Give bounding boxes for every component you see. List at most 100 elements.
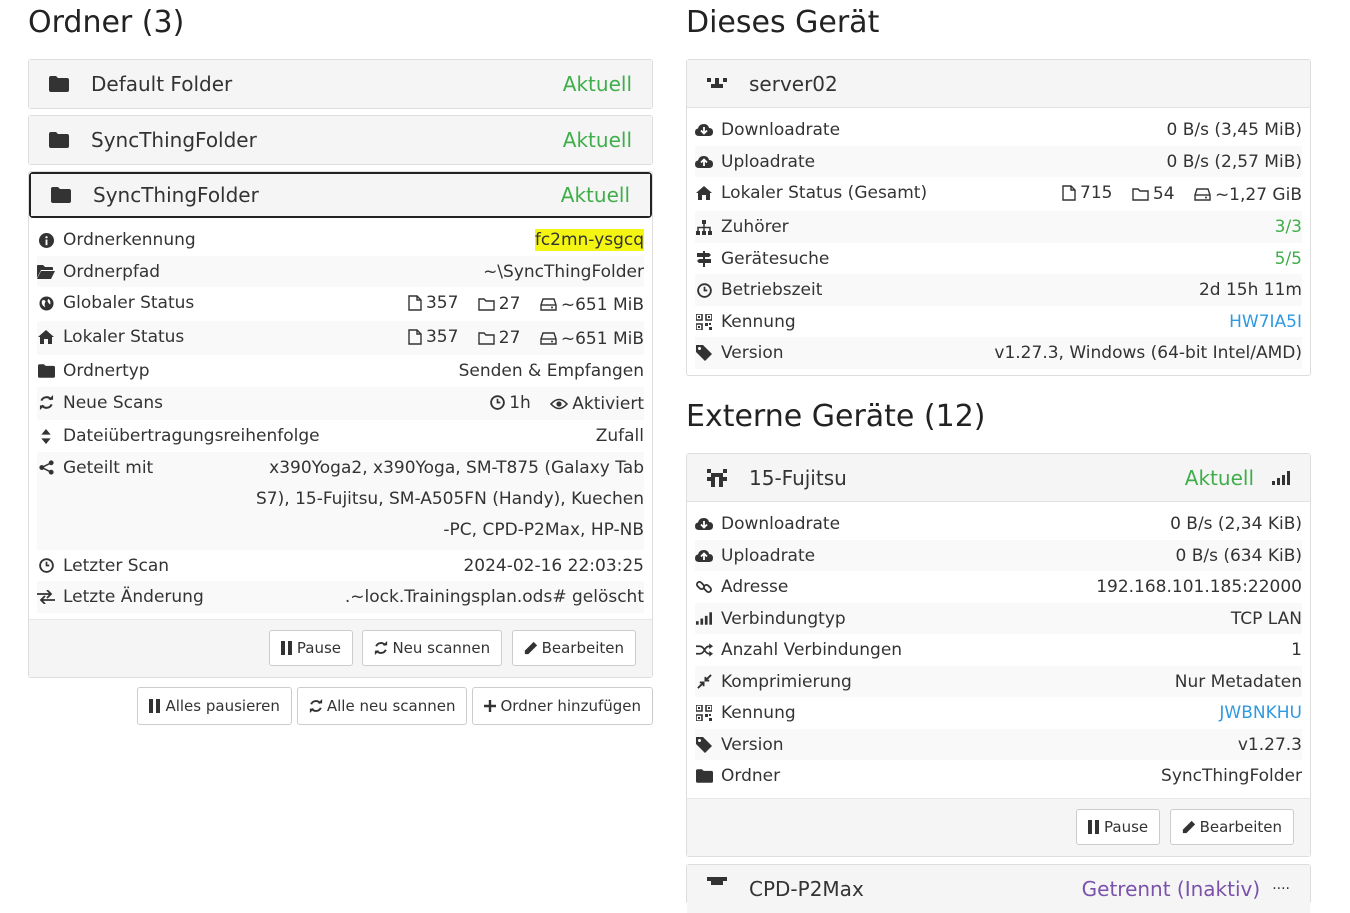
refresh-icon	[375, 640, 388, 655]
signal-icon: ....	[1272, 877, 1290, 893]
random-icon	[695, 639, 713, 661]
clock-icon	[37, 555, 55, 577]
folder-header-active[interactable]: SyncThingFolder Aktuell	[29, 172, 652, 218]
folder-panel-default[interactable]: Default Folder Aktuell	[28, 59, 653, 109]
folder-status: Aktuell	[562, 128, 632, 152]
folder-name: SyncThingFolder	[93, 183, 259, 207]
last-change-value: .~lock.Trainingsplan.ods# gelöscht	[344, 587, 644, 607]
folder-status: Aktuell	[562, 72, 632, 96]
pause-all-button[interactable]: Alles pausieren	[137, 687, 292, 725]
tag-icon	[695, 734, 713, 756]
next-remote-device-panel[interactable]: CPD-P2Max Getrennt (Inaktiv) ....	[686, 864, 1311, 913]
plus-icon	[484, 700, 497, 712]
info-icon	[37, 229, 55, 251]
file-icon	[408, 295, 422, 311]
row-uptime: Betriebszeit 2d 15h 11m	[695, 274, 1302, 306]
remote-device-details: Downloadrate 0 B/s (2,34 KiB) Uploadrate…	[687, 502, 1310, 798]
home-icon	[37, 326, 55, 348]
folder-icon	[37, 360, 55, 382]
this-device-details: Downloadrate 0 B/s (3,45 MiB) Uploadrate…	[687, 108, 1310, 375]
folder-details: Ordnerkennung fc2mn-ysgcq Ordnerpfad ~\S…	[29, 218, 652, 619]
discovery-value: 5/5	[1274, 248, 1302, 269]
folder-header-syncthing-2[interactable]: SyncThingFolder Aktuell	[31, 174, 650, 216]
folder-panel-syncthing-1[interactable]: SyncThingFolder Aktuell	[28, 115, 653, 165]
hdd-icon	[540, 298, 557, 311]
device-identicon	[707, 468, 729, 487]
folder-icon	[49, 76, 71, 92]
pause-device-button[interactable]: Pause	[1076, 808, 1161, 845]
this-device-name: server02	[749, 71, 838, 96]
eye-icon	[550, 398, 569, 410]
row-local-status-total: Lokaler Status (Gesamt) 715 54 ~1,27 GiB	[695, 177, 1302, 211]
exchange-icon	[37, 586, 55, 608]
folder-icon	[49, 132, 71, 148]
row-last-change: Letzte Änderung .~lock.Trainingsplan.ods…	[37, 581, 644, 613]
folder-id-value: fc2mn-ysgcq	[534, 229, 644, 251]
pause-icon	[149, 699, 161, 713]
folder-header-syncthing-1[interactable]: SyncThingFolder Aktuell	[29, 116, 652, 164]
remote-device-status: Aktuell	[1184, 465, 1254, 490]
this-device-heading: Dieses Gerät	[686, 5, 880, 40]
shared-with-value: x390Yoga2, x390Yoga, SM-T875 (Galaxy Tab…	[256, 457, 644, 540]
row-shared-with: Geteilt mit x390Yoga2, x390Yoga, SM-T875…	[37, 451, 644, 550]
row-remote-folders: Ordner SyncThingFolder	[695, 760, 1302, 792]
row-rescans: Neue Scans 1h Aktiviert	[37, 386, 644, 420]
folder-header-default[interactable]: Default Folder Aktuell	[29, 60, 652, 108]
next-remote-device-header[interactable]: CPD-P2Max Getrennt (Inaktiv) ....	[687, 865, 1310, 913]
hdd-icon	[540, 332, 557, 345]
rescan-all-button[interactable]: Alle neu scannen	[296, 687, 468, 725]
folder-actions: Pause Neu scannen Bearbeiten	[29, 618, 652, 677]
next-remote-device-status: Getrennt (Inaktiv)	[1081, 877, 1261, 901]
pull-order-value: Zufall	[595, 426, 644, 446]
device-identicon	[707, 76, 729, 92]
remote-device-header[interactable]: 15-Fujitsu Aktuell	[687, 454, 1310, 502]
row-discovery: Gerätesuche 5/5	[695, 243, 1302, 275]
add-folder-button[interactable]: Ordner hinzufügen	[472, 687, 653, 725]
folder-status: Aktuell	[560, 183, 630, 207]
folder-outline-icon	[478, 331, 495, 345]
pause-icon	[280, 640, 292, 655]
row-device-id: Kennung HW7IA5I	[695, 306, 1302, 338]
device-id-link[interactable]: HW7IA5I	[796, 311, 1302, 333]
folders-column: Ordner (3) Default Folder Aktuell SyncTh…	[28, 0, 653, 894]
pencil-icon	[524, 641, 537, 654]
remote-device-panel: 15-Fujitsu Aktuell Downloadrate 0 B/s (2…	[686, 453, 1311, 857]
row-remote-address: Adresse 192.168.101.185:22000	[695, 571, 1302, 603]
last-scan-value: 2024-02-16 22:03:25	[463, 555, 644, 576]
compress-icon	[695, 671, 713, 693]
next-remote-device-name: CPD-P2Max	[749, 877, 864, 901]
edit-device-button[interactable]: Bearbeiten	[1169, 808, 1294, 845]
edit-folder-button[interactable]: Bearbeiten	[511, 629, 636, 666]
file-icon	[408, 329, 422, 345]
clock-icon	[695, 279, 713, 301]
clock-icon	[490, 395, 506, 410]
cloud-download-icon	[695, 513, 713, 535]
qrcode-icon	[695, 311, 713, 333]
rescan-folder-button[interactable]: Neu scannen	[362, 629, 503, 666]
row-remote-compression: Komprimierung Nur Metadaten	[695, 665, 1302, 697]
row-global-status: Globaler Status 357 27 ~651 MiB	[37, 287, 644, 321]
row-listeners: Zuhörer 3/3	[695, 211, 1302, 243]
row-local-status: Lokaler Status 357 27 ~651 MiB	[37, 321, 644, 355]
sitemap-icon	[695, 216, 713, 238]
this-device-header[interactable]: server02	[687, 60, 1310, 108]
pause-icon	[1088, 819, 1100, 834]
folders-heading: Ordner (3)	[28, 5, 185, 40]
global-folder-actions: Alles pausieren Alle neu scannen Ordner …	[137, 687, 653, 725]
row-version: Version v1.27.3, Windows (64-bit Intel/A…	[695, 337, 1302, 369]
remote-id-link[interactable]: JWBNKHU	[796, 702, 1302, 724]
folder-open-icon	[37, 261, 55, 283]
listeners-value: 3/3	[1274, 217, 1302, 237]
cloud-upload-icon	[695, 151, 713, 173]
folder-icon	[51, 187, 73, 203]
folder-type-value: Senden & Empfangen	[458, 361, 644, 381]
pencil-icon	[1182, 820, 1195, 833]
row-folder-id: Ordnerkennung fc2mn-ysgcq	[37, 224, 644, 256]
folder-icon	[695, 765, 713, 787]
row-remote-id: Kennung JWBNKHU	[695, 697, 1302, 729]
device-identicon	[707, 877, 729, 895]
folder-outline-icon	[478, 297, 495, 311]
pause-folder-button[interactable]: Pause	[268, 629, 354, 666]
cloud-download-icon	[695, 119, 713, 141]
folder-outline-icon	[1132, 187, 1149, 201]
